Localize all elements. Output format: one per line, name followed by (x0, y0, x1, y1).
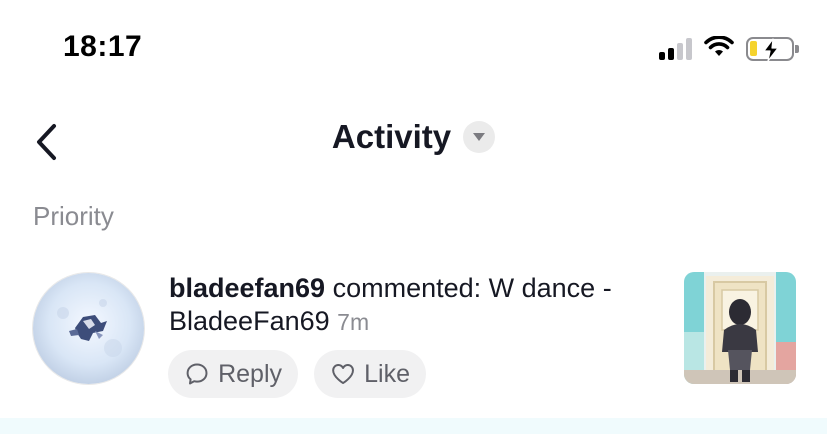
notification-time: 7m (337, 309, 370, 335)
reply-label: Reply (218, 359, 282, 388)
status-time: 18:17 (63, 30, 143, 63)
battery-charging-icon (746, 37, 799, 62)
page-title: Activity (331, 118, 452, 155)
reply-button[interactable]: Reply (168, 350, 298, 398)
video-thumbnail[interactable] (684, 272, 796, 384)
section-label: Priority (33, 201, 114, 231)
wifi-icon (704, 34, 734, 63)
notification-username[interactable]: bladeefan69 (169, 273, 325, 303)
like-label: Like (364, 359, 410, 388)
signal-icon (659, 38, 692, 60)
like-button[interactable]: Like (314, 350, 426, 398)
next-notification-row[interactable] (0, 418, 827, 434)
caret-down-icon (473, 133, 486, 141)
header: Activity (0, 118, 827, 156)
comment-icon (186, 363, 208, 385)
heart-icon (332, 364, 354, 385)
activity-filter-dropdown[interactable] (463, 121, 496, 153)
avatar[interactable] (32, 272, 145, 385)
status-icons (659, 34, 799, 63)
notification-text[interactable]: bladeefan69 commented: W dance -BladeeFa… (169, 272, 659, 339)
